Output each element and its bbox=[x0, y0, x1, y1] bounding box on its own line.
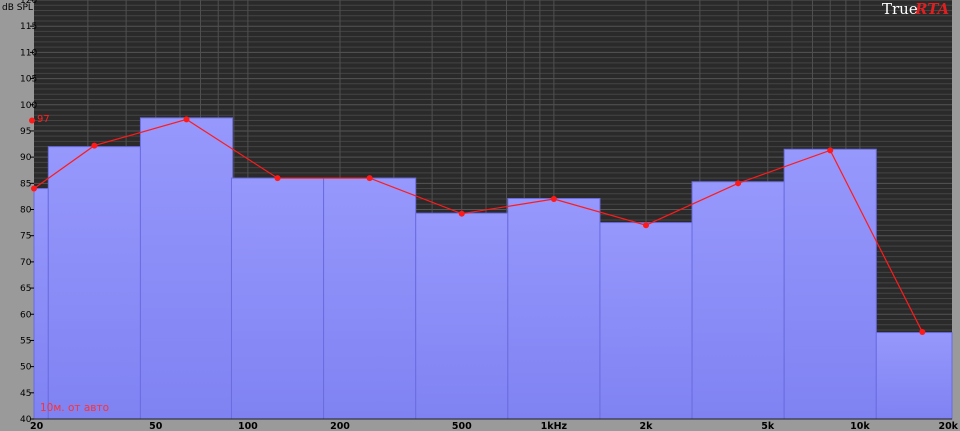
band-bar bbox=[507, 198, 601, 420]
y-tick-label: 75 bbox=[20, 232, 31, 242]
level-point bbox=[366, 175, 373, 182]
level-point bbox=[458, 210, 465, 217]
band-bar bbox=[599, 222, 693, 420]
x-tick-label: 10k bbox=[850, 421, 870, 431]
level-point bbox=[183, 116, 190, 123]
y-tick-label: 80 bbox=[20, 206, 32, 216]
y-tick-label: 70 bbox=[20, 258, 32, 268]
level-point bbox=[735, 180, 742, 187]
y-tick-label: 55 bbox=[20, 336, 31, 346]
band-bar bbox=[783, 148, 877, 420]
y-tick-label: 95 bbox=[20, 127, 31, 137]
x-tick-label: 5k bbox=[761, 421, 775, 431]
brand-logo: True RTA bbox=[882, 0, 949, 18]
band-bar bbox=[139, 117, 234, 420]
y-tick-label: 110 bbox=[20, 48, 37, 58]
brand-rta: RTA bbox=[914, 0, 949, 18]
x-tick-label: 500 bbox=[452, 421, 472, 431]
rta-spectrum-chart: 4045505560657075808590951001051101151202… bbox=[2, 0, 959, 431]
brand-true: True bbox=[882, 0, 918, 18]
level-point bbox=[919, 329, 926, 336]
peak-marker bbox=[29, 117, 35, 124]
x-tick-label: 20 bbox=[30, 421, 44, 431]
y-tick-label: 60 bbox=[20, 310, 32, 320]
x-tick-label: 1kHz bbox=[541, 421, 568, 431]
band-bar bbox=[33, 188, 49, 420]
x-tick-label: 100 bbox=[238, 421, 258, 431]
x-tick-label: 50 bbox=[149, 421, 163, 431]
y-tick-label: 100 bbox=[20, 101, 37, 111]
measurement-note: 10м. от авто bbox=[40, 402, 109, 414]
x-tick-label: 200 bbox=[330, 421, 350, 431]
level-point bbox=[31, 185, 37, 192]
y-tick-label: 45 bbox=[20, 389, 31, 399]
level-point bbox=[91, 142, 98, 149]
level-point bbox=[550, 196, 557, 203]
band-bar bbox=[323, 177, 417, 420]
y-tick-label: 50 bbox=[20, 363, 32, 373]
peak-level-label: 97 bbox=[37, 114, 50, 125]
level-point bbox=[274, 175, 281, 182]
band-bar bbox=[47, 146, 141, 420]
band-bar bbox=[230, 177, 325, 420]
band-bar bbox=[875, 332, 953, 420]
y-tick-label: 105 bbox=[20, 75, 37, 85]
x-tick-label: 20k bbox=[938, 421, 958, 431]
y-tick-label: 85 bbox=[20, 179, 31, 189]
band-bar bbox=[415, 212, 509, 420]
band-bar bbox=[691, 181, 785, 420]
y-axis-label: dB SPL bbox=[2, 3, 33, 13]
level-point bbox=[827, 147, 834, 154]
level-point bbox=[643, 222, 649, 229]
y-tick-label: 115 bbox=[20, 22, 37, 32]
x-tick-label: 2k bbox=[640, 421, 654, 431]
y-tick-label: 65 bbox=[20, 284, 31, 294]
y-tick-label: 90 bbox=[20, 153, 32, 163]
